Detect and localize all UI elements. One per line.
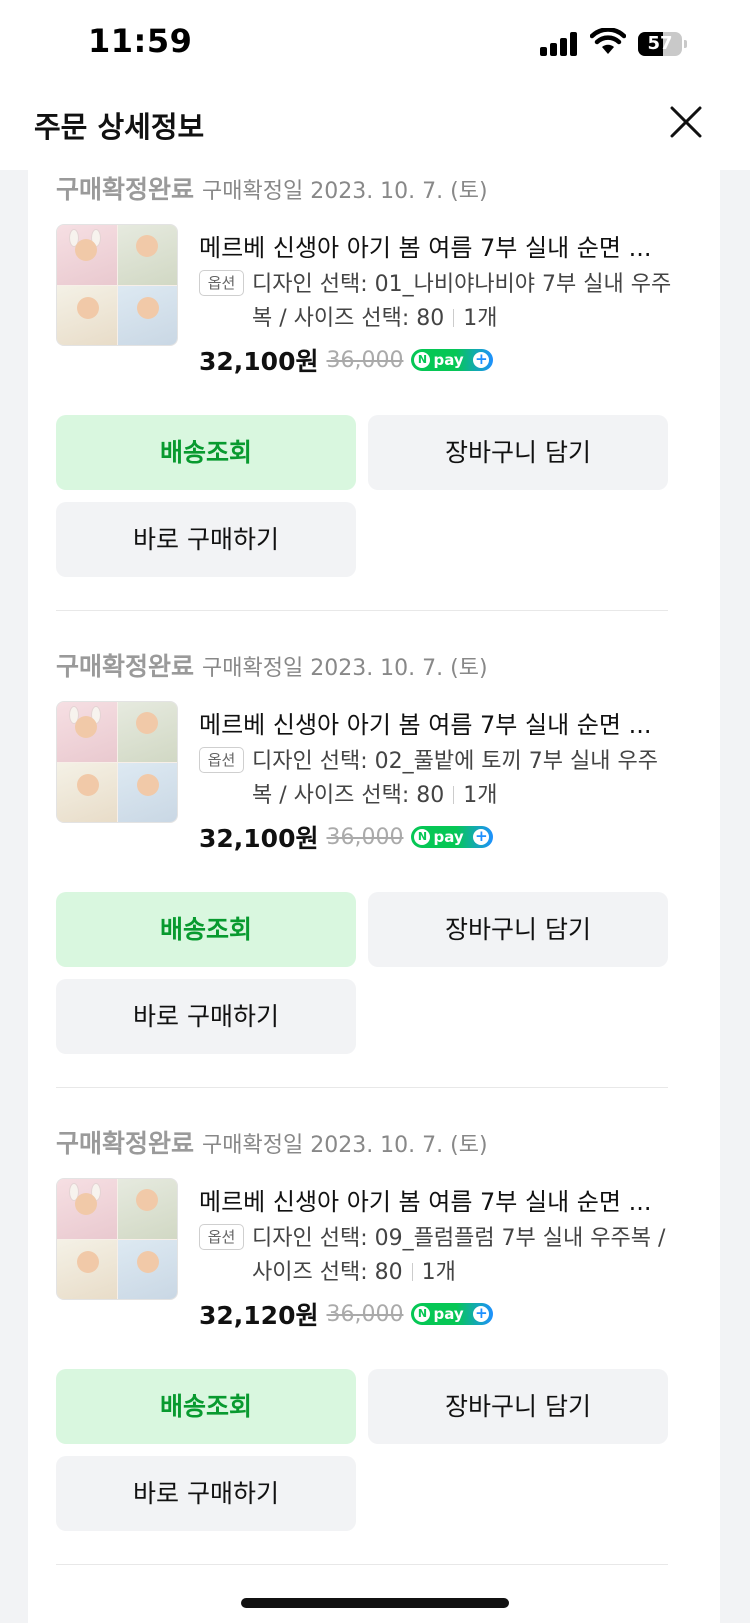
product-name[interactable]: 메르베 신생아 아기 봄 여름 7부 실내 순면 ...	[199, 705, 679, 740]
option-text: 디자인 선택: 09_플럼플럼 7부 실내 우주복 / 사이즈 선택: 80 1개	[252, 1222, 672, 1290]
track-delivery-button[interactable]: 배송조회	[56, 892, 356, 967]
status-time: 11:59	[88, 22, 193, 60]
cellular-signal-icon	[540, 32, 580, 56]
status-label: 구매확정완료	[56, 175, 195, 204]
buy-now-button[interactable]: 바로 구매하기	[56, 1456, 356, 1531]
npay-label: pay	[433, 351, 464, 369]
original-price: 36,000	[326, 824, 404, 850]
add-to-cart-button[interactable]: 장바구니 담기	[368, 892, 668, 967]
order-status: 구매확정완료 구매확정일 2023. 10. 7. (토)	[56, 647, 488, 683]
battery-icon: 57	[638, 32, 688, 56]
option-text: 디자인 선택: 02_풀밭에 토끼 7부 실내 우주복 / 사이즈 선택: 80…	[252, 745, 672, 813]
order-item: 구매확정완료 구매확정일 2023. 10. 7. (토) 메르베 신생아 아기 …	[56, 1124, 692, 1619]
order-list: 구매확정완료 구매확정일 2023. 10. 7. (토) 메르베 신생아 아기 …	[28, 170, 720, 1623]
order-status: 구매확정완료 구매확정일 2023. 10. 7. (토)	[56, 170, 488, 206]
page-title: 주문 상세정보	[34, 110, 205, 144]
status-label: 구매확정완료	[56, 652, 195, 681]
original-price: 36,000	[326, 1301, 404, 1327]
npay-label: pay	[433, 828, 464, 846]
price: 32,120원	[199, 1301, 319, 1330]
price-row: 32,100원 36,000 Npay +	[199, 342, 494, 376]
product-name[interactable]: 메르베 신생아 아기 봄 여름 7부 실내 순면 ...	[199, 1182, 679, 1217]
option-chip: 옵션	[199, 1224, 244, 1250]
option-detail: 디자인 선택: 09_플럼플럼 7부 실내 우주복 / 사이즈 선택: 80	[252, 1226, 666, 1285]
quantity: 1개	[463, 306, 498, 331]
price-row: 32,100원 36,000 Npay +	[199, 819, 494, 853]
option-detail: 디자인 선택: 01_나비야나비야 7부 실내 우주복 / 사이즈 선택: 80	[252, 272, 672, 331]
battery-level: 57	[647, 33, 673, 54]
add-to-cart-button[interactable]: 장바구니 담기	[368, 415, 668, 490]
buy-now-button[interactable]: 바로 구매하기	[56, 979, 356, 1054]
status-bar: 11:59 57	[0, 0, 750, 90]
page-header: 주문 상세정보	[0, 90, 750, 170]
confirm-date: 구매확정일 2023. 10. 7. (토)	[202, 179, 488, 204]
home-indicator[interactable]	[241, 1598, 509, 1608]
price: 32,100원	[199, 347, 319, 376]
option-chip: 옵션	[199, 747, 244, 773]
order-item: 구매확정완료 구매확정일 2023. 10. 7. (토) 메르베 신생아 아기 …	[56, 647, 692, 1142]
product-thumbnail[interactable]	[56, 701, 178, 823]
divider	[56, 1087, 668, 1088]
quantity: 1개	[421, 1260, 456, 1285]
npay-plus-icon: Npay +	[411, 826, 494, 848]
order-item: 구매확정완료 구매확정일 2023. 10. 7. (토) 메르베 신생아 아기 …	[56, 170, 692, 665]
confirm-date: 구매확정일 2023. 10. 7. (토)	[202, 1133, 488, 1158]
original-price: 36,000	[326, 347, 404, 373]
option-detail: 디자인 선택: 02_풀밭에 토끼 7부 실내 우주복 / 사이즈 선택: 80	[252, 749, 658, 808]
price-row: 32,120원 36,000 Npay +	[199, 1296, 494, 1330]
divider	[56, 610, 668, 611]
quantity: 1개	[463, 783, 498, 808]
npay-label: pay	[433, 1305, 464, 1323]
close-icon[interactable]	[668, 104, 704, 140]
product-name[interactable]: 메르베 신생아 아기 봄 여름 7부 실내 순면 ...	[199, 228, 679, 263]
npay-plus-icon: Npay +	[411, 1303, 494, 1325]
price: 32,100원	[199, 824, 319, 853]
confirm-date: 구매확정일 2023. 10. 7. (토)	[202, 656, 488, 681]
divider	[56, 1564, 668, 1565]
order-status: 구매확정완료 구매확정일 2023. 10. 7. (토)	[56, 1124, 488, 1160]
add-to-cart-button[interactable]: 장바구니 담기	[368, 1369, 668, 1444]
product-thumbnail[interactable]	[56, 1178, 178, 1300]
wifi-icon	[590, 28, 626, 54]
track-delivery-button[interactable]: 배송조회	[56, 1369, 356, 1444]
option-text: 디자인 선택: 01_나비야나비야 7부 실내 우주복 / 사이즈 선택: 80…	[252, 268, 672, 336]
buy-now-button[interactable]: 바로 구매하기	[56, 502, 356, 577]
status-label: 구매확정완료	[56, 1129, 195, 1158]
product-thumbnail[interactable]	[56, 224, 178, 346]
option-chip: 옵션	[199, 270, 244, 296]
track-delivery-button[interactable]: 배송조회	[56, 415, 356, 490]
npay-plus-icon: Npay +	[411, 349, 494, 371]
